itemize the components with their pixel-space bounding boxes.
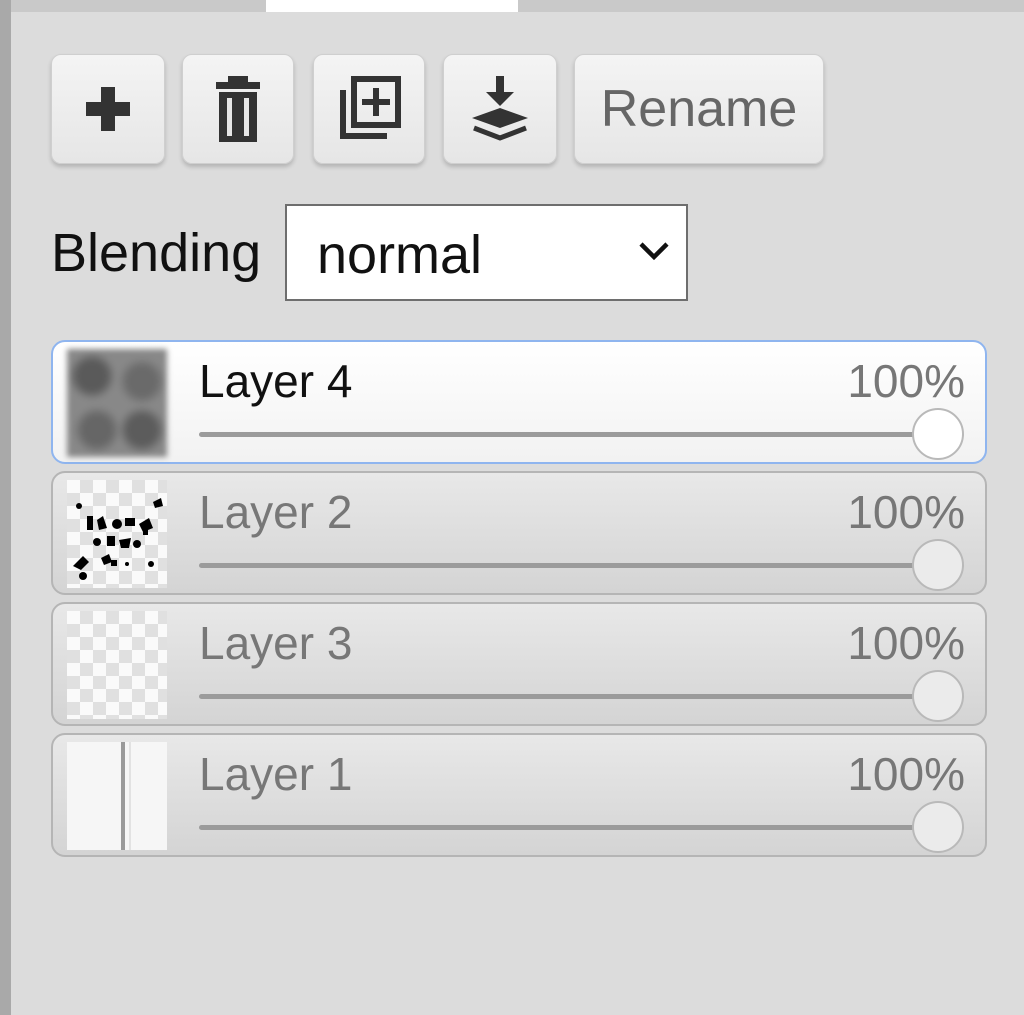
blending-value: normal — [317, 225, 483, 285]
slider-track — [199, 694, 964, 699]
delete-layer-button[interactable] — [182, 54, 294, 164]
layer-thumbnail — [67, 349, 167, 457]
layer-opacity-slider[interactable] — [199, 539, 969, 591]
slider-track — [199, 432, 964, 437]
slider-track — [199, 563, 964, 568]
panel-edge — [0, 0, 11, 1015]
layer-opacity-slider[interactable] — [199, 408, 969, 460]
layer-item[interactable]: Layer 1 100% — [51, 733, 987, 857]
plus-icon — [84, 85, 132, 133]
layer-name: Layer 1 — [199, 748, 353, 800]
blending-select[interactable]: normal — [285, 204, 688, 301]
duplicate-icon — [337, 76, 401, 142]
merge-down-button[interactable] — [443, 54, 557, 164]
layer-name: Layer 2 — [199, 486, 353, 538]
layer-opacity-slider[interactable] — [199, 670, 969, 722]
slider-knob[interactable] — [912, 801, 964, 853]
layer-opacity-value: 100% — [847, 486, 965, 538]
duplicate-layer-button[interactable] — [313, 54, 425, 164]
layer-opacity-slider[interactable] — [199, 801, 969, 853]
layer-item[interactable]: Layer 4 100% — [51, 340, 987, 464]
merge-down-icon — [468, 76, 532, 142]
rename-label: Rename — [600, 80, 798, 138]
tab-active[interactable] — [266, 0, 518, 12]
layer-item[interactable]: Layer 3 100% — [51, 602, 987, 726]
layer-name: Layer 4 — [199, 355, 353, 407]
slider-knob[interactable] — [912, 408, 964, 460]
blending-label: Blending — [51, 223, 262, 283]
layer-opacity-value: 100% — [847, 355, 965, 407]
add-layer-button[interactable] — [51, 54, 165, 164]
layer-thumbnail — [67, 480, 167, 588]
layer-item[interactable]: Layer 2 100% — [51, 471, 987, 595]
layer-opacity-value: 100% — [847, 617, 965, 669]
layer-thumbnail — [67, 611, 167, 719]
rename-layer-button[interactable]: Rename — [574, 54, 824, 164]
slider-track — [199, 825, 964, 830]
slider-knob[interactable] — [912, 539, 964, 591]
trash-icon — [214, 76, 262, 142]
layer-name: Layer 3 — [199, 617, 353, 669]
slider-knob[interactable] — [912, 670, 964, 722]
layer-thumbnail — [67, 742, 167, 850]
chevron-down-icon — [638, 240, 670, 267]
layer-opacity-value: 100% — [847, 748, 965, 800]
